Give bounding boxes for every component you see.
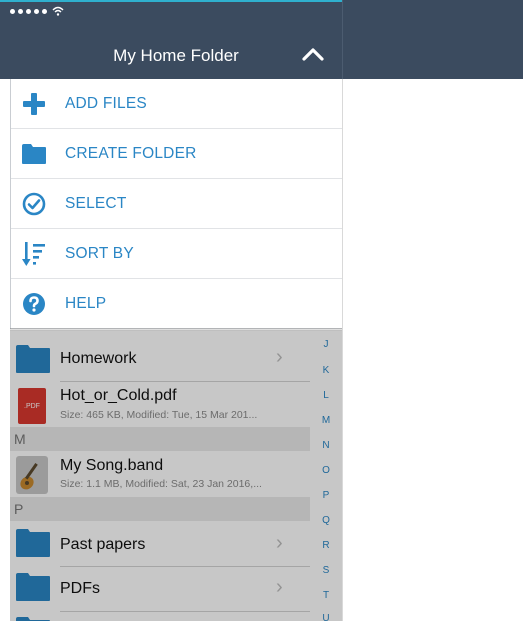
status-bar	[10, 6, 64, 16]
section-header: M	[10, 427, 310, 451]
index-letter[interactable]: K	[310, 365, 342, 376]
list-item[interactable]: .PDF Hot_or_Cold.pdf Size: 465 KB, Modif…	[10, 382, 310, 429]
sort-icon	[21, 241, 47, 267]
file-title: Hot_or_Cold.pdf	[60, 387, 177, 404]
folder-icon	[16, 345, 50, 373]
actions-menu: ADD FILES CREATE FOLDER SELECT SORT BY H…	[10, 79, 342, 329]
signal-dot	[10, 8, 15, 14]
list-item[interactable]	[10, 612, 310, 621]
index-letter[interactable]: P	[310, 490, 342, 501]
list-item[interactable]: Homework ›	[10, 338, 310, 382]
signal-dot	[18, 8, 23, 14]
folder-icon	[16, 529, 50, 557]
sort-by-button[interactable]: SORT BY	[11, 229, 342, 279]
signal-dot	[34, 8, 39, 14]
folder-header: My Home Folder	[0, 0, 342, 79]
guitar-icon	[16, 456, 48, 494]
list-item[interactable]: Past papers ›	[10, 522, 310, 567]
file-title: Homework	[60, 350, 137, 367]
wifi-icon	[52, 6, 64, 16]
section-header: P	[10, 497, 310, 521]
create-folder-button[interactable]: CREATE FOLDER	[11, 129, 342, 179]
chevron-right-icon: ›	[276, 532, 283, 554]
list-item[interactable]: PDFs ›	[10, 567, 310, 612]
menu-item-label: HELP	[65, 294, 107, 312]
folder-icon	[16, 617, 50, 621]
detail-pane	[342, 79, 523, 621]
index-letter[interactable]: T	[310, 590, 342, 601]
menu-item-label: ADD FILES	[65, 94, 147, 112]
index-letter[interactable]: R	[310, 540, 342, 551]
index-letter[interactable]: J	[310, 339, 342, 350]
index-letter[interactable]: O	[310, 465, 342, 476]
file-title: My Song.band	[60, 457, 164, 474]
folder-panel: My Home Folder ADD FILES CREATE FOLDER S…	[0, 0, 342, 621]
list-item[interactable]: My Song.band Size: 1.1 MB, Modified: Sat…	[10, 451, 310, 499]
file-list: Homework › .PDF Hot_or_Cold.pdf Size: 46…	[10, 330, 342, 621]
index-letter[interactable]: N	[310, 440, 342, 451]
folder-icon	[21, 141, 47, 167]
chevron-right-icon: ›	[276, 576, 283, 598]
file-title: Past papers	[60, 536, 146, 553]
index-letter[interactable]: L	[310, 390, 342, 401]
file-meta: Size: 465 KB, Modified: Tue, 15 Mar 201.…	[60, 409, 258, 421]
signal-dot	[26, 8, 31, 14]
select-button[interactable]: SELECT	[11, 179, 342, 229]
detail-header	[342, 0, 523, 79]
index-letter[interactable]: S	[310, 565, 342, 576]
index-letter[interactable]: M	[310, 415, 342, 426]
alphabet-index[interactable]: J K L M N O P Q R S T U	[310, 330, 342, 621]
file-meta: Size: 1.1 MB, Modified: Sat, 23 Jan 2016…	[60, 478, 262, 490]
file-title: PDFs	[60, 580, 100, 597]
add-files-button[interactable]: ADD FILES	[11, 79, 342, 129]
menu-item-label: SELECT	[65, 194, 127, 212]
chevron-right-icon: ›	[276, 346, 283, 368]
menu-item-label: CREATE FOLDER	[65, 144, 197, 162]
chevron-up-icon[interactable]	[302, 46, 324, 62]
index-letter[interactable]: Q	[310, 515, 342, 526]
index-letter[interactable]: U	[310, 613, 342, 621]
signal-dot	[42, 8, 47, 14]
plus-icon	[21, 91, 47, 117]
menu-shadow	[10, 328, 342, 331]
page-title: My Home Folder	[113, 46, 239, 65]
pdf-file-icon: .PDF	[18, 388, 46, 424]
menu-item-label: SORT BY	[65, 244, 134, 262]
file-type-badge: .PDF	[24, 403, 40, 410]
help-icon	[21, 291, 47, 317]
checkmark-circle-icon	[21, 191, 47, 217]
folder-icon	[16, 573, 50, 601]
help-button[interactable]: HELP	[11, 279, 342, 329]
